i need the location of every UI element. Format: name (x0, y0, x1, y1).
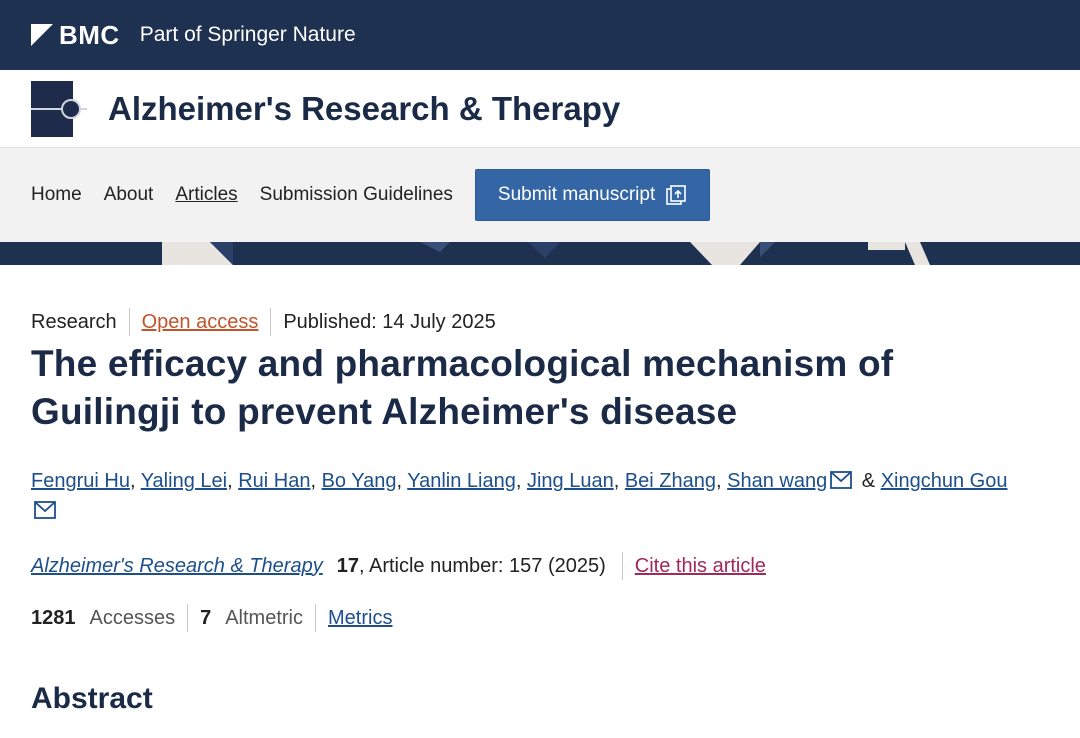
altmetric-count: 7 (200, 606, 212, 629)
accesses-label: Accesses (89, 606, 176, 629)
accesses-count: 1281 (31, 606, 76, 629)
decorative-banner (0, 242, 1080, 265)
site-header: BMC Part of Springer Nature (0, 0, 1080, 70)
citation-volume: 17 (336, 554, 359, 577)
journal-title[interactable]: Alzheimer's Research & Therapy (108, 90, 620, 128)
author-link[interactable]: Bo Yang (322, 470, 397, 492)
author-link[interactable]: Shan wang (727, 470, 827, 492)
published-date: Published: 14 July 2025 (283, 310, 496, 333)
article-title-line-1: The efficacy and pharmacological mechani… (31, 343, 894, 384)
nav-submission-guidelines[interactable]: Submission Guidelines (260, 184, 453, 206)
email-envelope-icon[interactable] (830, 471, 853, 489)
article-content: Research Open access Published: 14 July … (0, 308, 1080, 716)
author-link[interactable]: Fengrui Hu (31, 470, 130, 492)
author-separator: , (310, 470, 317, 492)
open-access-link[interactable]: Open access (142, 311, 259, 334)
cite-this-article-link[interactable]: Cite this article (635, 555, 766, 578)
submit-manuscript-button[interactable]: Submit manuscript (474, 169, 711, 221)
author-link[interactable]: Yaling Lei (141, 470, 227, 492)
journal-nav: Home About Articles Submission Guideline… (0, 148, 1080, 242)
citation-article-number: , Article number: 157 (2025) (358, 554, 606, 577)
metrics-divider (187, 604, 189, 632)
author-separator: , (515, 470, 522, 492)
journal-header: Alzheimer's Research & Therapy (0, 70, 1080, 148)
author-list: Fengrui Hu, Yaling Lei, Rui Han, Bo Yang… (31, 466, 1049, 526)
citation-line: Alzheimer's Research & Therapy 17 , Arti… (31, 552, 1049, 580)
citation-journal-link[interactable]: Alzheimer's Research & Therapy (31, 555, 323, 578)
nav-articles[interactable]: Articles (175, 184, 237, 206)
author-link[interactable]: Xingchun Gou (881, 470, 1008, 492)
email-envelope-icon[interactable] (34, 501, 56, 519)
external-submit-icon (666, 185, 687, 205)
citation-divider (621, 552, 623, 580)
author-separator: , (396, 470, 403, 492)
article-metrics: 1281 Accesses 7 Altmetric Metrics (31, 604, 1049, 632)
author-separator: , (716, 470, 722, 492)
author-separator: , (613, 470, 620, 492)
author-link[interactable]: Rui Han (238, 470, 310, 492)
article-title-line-2: Guilingji to prevent Alzheimer's disease (31, 391, 738, 432)
author-link[interactable]: Bei Zhang (625, 470, 716, 492)
nav-home[interactable]: Home (31, 184, 82, 206)
springer-nature-tagline[interactable]: Part of Springer Nature (140, 23, 356, 47)
banner-pattern (0, 242, 1080, 265)
article-meta: Research Open access Published: 14 July … (31, 308, 1049, 336)
metrics-divider (315, 604, 317, 632)
journal-logo-icon[interactable] (31, 80, 87, 137)
bmc-logo[interactable]: BMC (31, 20, 120, 51)
altmetric-label: Altmetric (225, 606, 304, 629)
author-link[interactable]: Yanlin Liang (407, 470, 516, 492)
author-ampersand: & (861, 470, 876, 492)
meta-divider (270, 308, 272, 336)
article-type: Research (31, 310, 117, 333)
submit-manuscript-label: Submit manuscript (497, 184, 656, 205)
author-separator: , (227, 470, 233, 492)
metrics-link[interactable]: Metrics (328, 607, 392, 630)
nav-about[interactable]: About (104, 184, 154, 206)
meta-divider (128, 308, 130, 336)
author-separator: , (129, 470, 136, 492)
article-title: The efficacy and pharmacological mechani… (31, 340, 1049, 436)
bmc-brand: BMC (59, 19, 120, 50)
abstract-heading: Abstract (31, 682, 153, 715)
author-link[interactable]: Jing Luan (527, 470, 614, 492)
bmc-triangle-icon (31, 24, 53, 46)
